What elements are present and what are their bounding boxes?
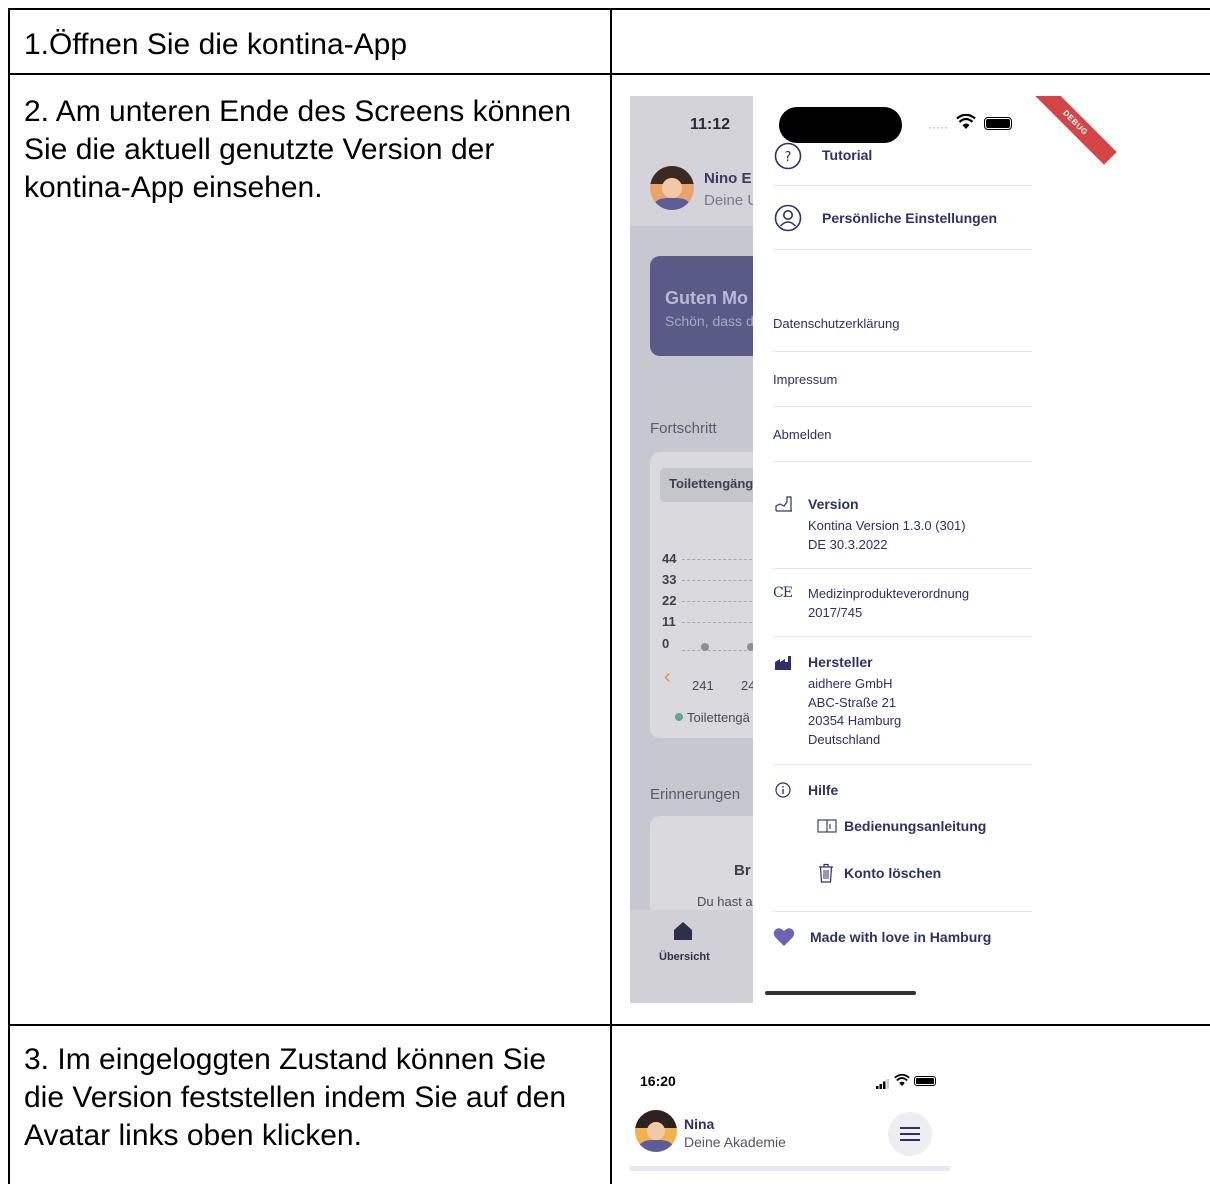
menu-divider: [773, 636, 1032, 637]
background-greeting-sub: Schön, dass d: [665, 313, 753, 329]
version-title: Version: [808, 496, 859, 512]
chart-tick-44: 44: [662, 551, 677, 566]
dimmed-background-screen: 11:12 Nino E Deine U Guten Mo Schön, das…: [630, 96, 753, 1003]
version-line-2: DE 30.3.2022: [808, 537, 888, 552]
svg-text:?: ?: [785, 150, 792, 165]
menu-manual[interactable]: Bedienungsanleitung: [844, 818, 986, 834]
background-status-time: 11:12: [690, 116, 731, 133]
battery-icon: [984, 117, 1012, 130]
menu-logout[interactable]: Abmelden: [773, 427, 832, 442]
home-indicator: [765, 991, 916, 995]
user-avatar[interactable]: [635, 1110, 677, 1152]
hamburger-icon-line: [900, 1139, 920, 1141]
app-screenshot-menu: 11:12 Nino E Deine U Guten Mo Schön, das…: [630, 96, 1210, 1003]
background-greeting-title: Guten Mo: [665, 288, 748, 308]
manufacturer-title: Hersteller: [808, 654, 873, 670]
background-user-name: Nino E: [704, 170, 752, 187]
dynamic-island: [779, 107, 902, 143]
background-progress-tag-label: Toilettengäng: [669, 476, 753, 491]
user-name: Nina: [684, 1116, 715, 1132]
manufacturer-line: Deutschland: [808, 732, 881, 747]
chart-gridline: [682, 622, 752, 623]
manufacturer-line: 20354 Hamburg: [808, 713, 902, 728]
battery-icon: [914, 1076, 936, 1086]
signal-icon: [876, 1076, 890, 1089]
menu-privacy[interactable]: Datenschutzerklärung: [773, 316, 899, 331]
chart-tick-11: 11: [662, 614, 676, 629]
chart-x-label: 241: [692, 678, 714, 693]
menu-divider: [773, 249, 1032, 250]
factory-icon: [775, 656, 791, 670]
app-screenshot-home: 16:20 Nina Deine Akademie: [630, 1066, 950, 1184]
chart-gridline: [682, 650, 752, 651]
menu-divider: [773, 911, 1032, 912]
chart-gridline: [682, 601, 752, 602]
regulation-line-2: 2017/745: [808, 605, 863, 620]
chart-tick-33: 33: [662, 572, 677, 587]
version-line-1: Kontina Version 1.3.0 (301): [808, 518, 966, 533]
user-subtitle: Deine Akademie: [684, 1134, 786, 1150]
chart-gridline: [682, 559, 752, 560]
step-2-text: 2. Am unteren Ende des Screens können Si…: [24, 95, 572, 204]
background-user-sub: Deine U: [704, 192, 753, 209]
table-border-row2: [8, 1024, 1210, 1026]
manufacturer-line: aidhere GmbH: [808, 676, 893, 691]
menu-tutorial[interactable]: Tutorial: [822, 147, 872, 163]
step-1-text: 1.Öffnen Sie die kontina-App: [24, 28, 408, 61]
menu-imprint[interactable]: Impressum: [773, 372, 837, 387]
heart-icon: [773, 927, 795, 947]
menu-divider: [773, 764, 1032, 765]
chart-prev-chevron-icon[interactable]: ‹: [664, 666, 671, 689]
chart-tick-0: 0: [662, 636, 670, 651]
menu-button[interactable]: [888, 1112, 932, 1156]
menu-divider: [773, 568, 1032, 569]
help-circle-icon[interactable]: ?: [774, 142, 802, 170]
background-avatar: [650, 166, 694, 210]
menu-divider: [773, 185, 1032, 186]
help-title: Hilfe: [808, 782, 839, 798]
hamburger-icon-line: [900, 1133, 920, 1135]
step-3-text: 3. Im eingeloggten Zustand können Sie di…: [24, 1043, 567, 1152]
made-with-love: Made with love in Hamburg: [810, 929, 992, 945]
background-legend: Toilettengä: [687, 710, 750, 725]
table-border-left: [8, 8, 10, 1184]
trash-icon[interactable]: [818, 863, 834, 883]
regulation-line-1: Medizinprodukteverordnung: [808, 586, 970, 601]
hamburger-icon: [900, 1127, 920, 1129]
menu-divider: [773, 406, 1032, 407]
version-graph-icon: [775, 496, 793, 512]
user-circle-icon[interactable]: [774, 204, 802, 232]
wifi-icon: [956, 113, 976, 130]
background-reminder-sub: Du hast a: [697, 894, 753, 909]
status-time: 16:20: [640, 1073, 676, 1089]
menu-divider: [773, 461, 1032, 462]
table-border-top: [8, 8, 1210, 10]
home-icon[interactable]: [672, 920, 694, 942]
table-border-row1: [8, 73, 1210, 75]
book-icon[interactable]: [817, 819, 837, 833]
background-progress-label: Fortschritt: [650, 420, 717, 437]
menu-delete-account[interactable]: Konto löschen: [844, 865, 941, 881]
background-reminders-label: Erinnerungen: [650, 786, 741, 803]
background-reminder-title: Br: [734, 862, 751, 879]
menu-personal-settings[interactable]: Persönliche Einstellungen: [822, 210, 997, 226]
legend-dot-icon: [675, 713, 683, 721]
nav-home-label[interactable]: Übersicht: [659, 951, 710, 963]
cellular-dots-icon: ·····: [928, 120, 948, 134]
chart-x-label: 24: [741, 678, 753, 693]
chart-gridline: [682, 580, 752, 581]
chart-point: [701, 643, 709, 651]
info-circle-icon: [775, 782, 791, 798]
chart-tick-22: 22: [662, 593, 677, 608]
menu-divider: [773, 351, 1032, 352]
table-border-middle: [610, 8, 612, 1184]
content-divider: [630, 1166, 950, 1171]
manufacturer-line: ABC-Straße 21: [808, 695, 897, 710]
ce-mark-icon: CE: [773, 585, 793, 601]
wifi-icon: [894, 1073, 910, 1087]
